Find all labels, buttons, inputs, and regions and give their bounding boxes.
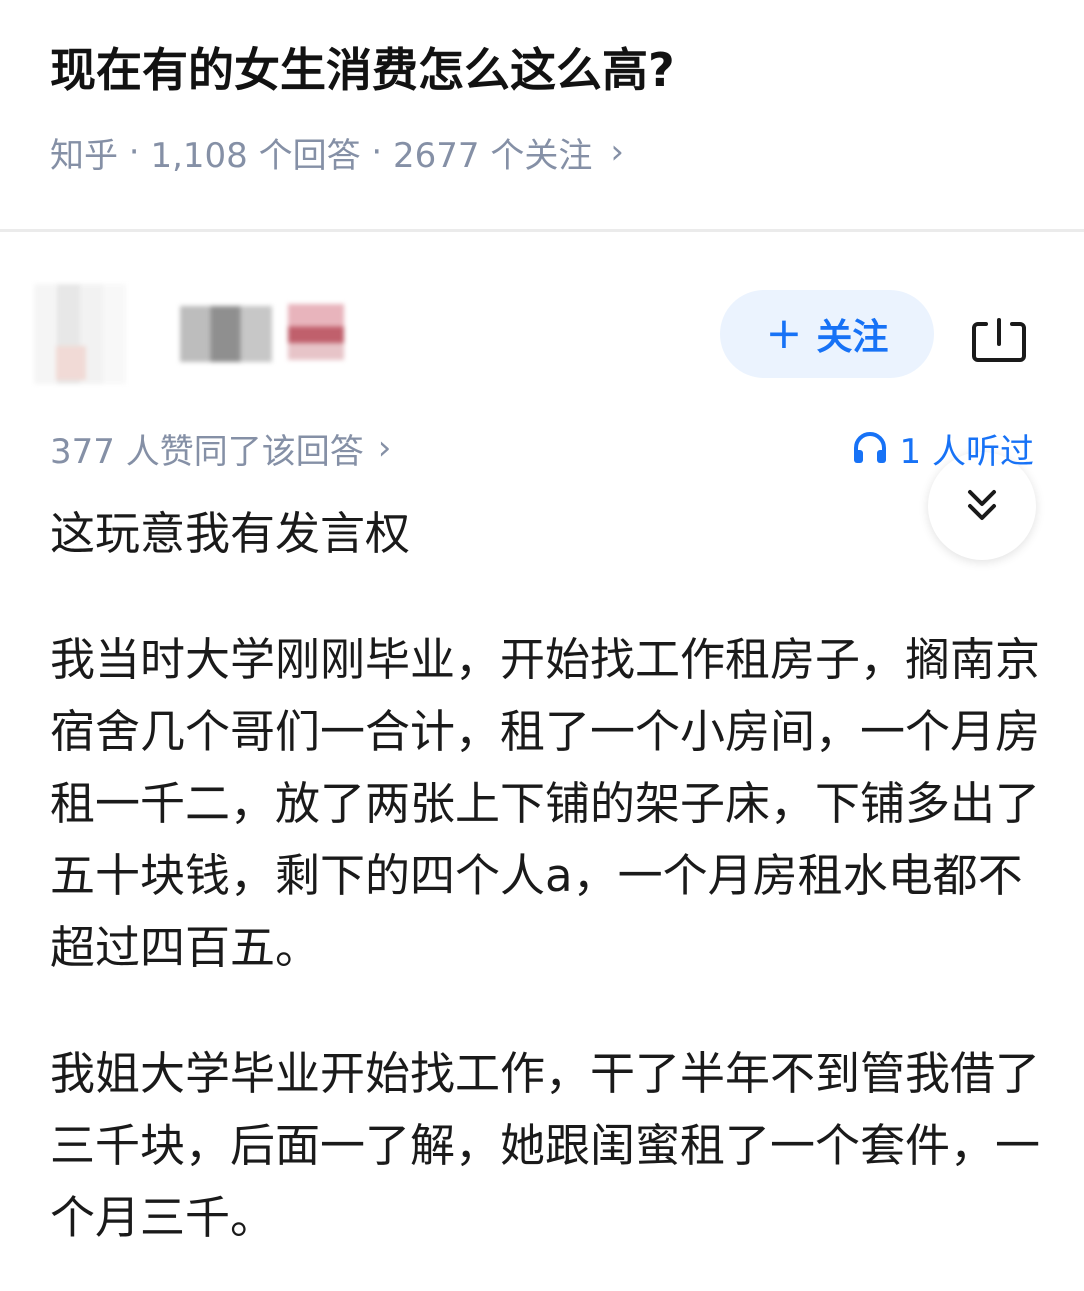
question-title[interactable]: 现在有的女生消费怎么这么高? bbox=[50, 38, 1050, 102]
answer-paragraph: 这玩意我有发言权 bbox=[50, 507, 411, 560]
author-badge-blurred bbox=[288, 304, 344, 360]
follow-button[interactable]: + 关注 bbox=[720, 290, 934, 378]
listened-text: 1 人听过 bbox=[899, 431, 1034, 472]
votes-text: 377 人赞同了该回答 bbox=[50, 431, 364, 472]
answer-paragraph: 我当时大学刚刚毕业，开始找工作租房子，搁南京宿舍几个哥们一合计，租了一个小房间，… bbox=[50, 633, 1041, 974]
chevron-right-icon: › bbox=[610, 132, 624, 172]
question-meta[interactable]: 知乎 · 1,108 个回答 · 2677 个关注 › bbox=[50, 124, 624, 180]
avatar[interactable] bbox=[34, 284, 126, 384]
meta-separator: · bbox=[360, 132, 394, 172]
author-row: + 关注 bbox=[0, 232, 1084, 560]
follow-label: 关注 bbox=[816, 317, 889, 358]
followers-count: 2677 个关注 bbox=[393, 135, 593, 176]
vote-summary[interactable]: 377 人赞同了该回答 › bbox=[50, 420, 391, 476]
source-label: 知乎 bbox=[50, 135, 118, 176]
answer-content: 这玩意我有发言权 我当时大学刚刚毕业，开始找工作租房子，搁南京宿舍几个哥们一合计… bbox=[50, 498, 1040, 1291]
meta-separator: · bbox=[118, 132, 151, 172]
author-name-blurred[interactable] bbox=[180, 306, 272, 362]
chevron-right-icon: › bbox=[377, 428, 392, 468]
zhihu-answer-page: 现在有的女生消费怎么这么高? 知乎 · 1,108 个回答 · 2677 个关注… bbox=[0, 0, 1084, 1291]
headphones-icon bbox=[853, 432, 886, 463]
plus-icon: + bbox=[765, 308, 803, 359]
listen-count[interactable]: 1 人听过 bbox=[852, 420, 1034, 476]
share-icon[interactable] bbox=[972, 318, 1026, 364]
answers-count: 1,108 个回答 bbox=[150, 135, 361, 176]
answer-paragraph: 我姐大学毕业开始找工作，干了半年不到管我借了三千块，后面一了解，她跟闺蜜租了一个… bbox=[50, 1047, 1041, 1244]
